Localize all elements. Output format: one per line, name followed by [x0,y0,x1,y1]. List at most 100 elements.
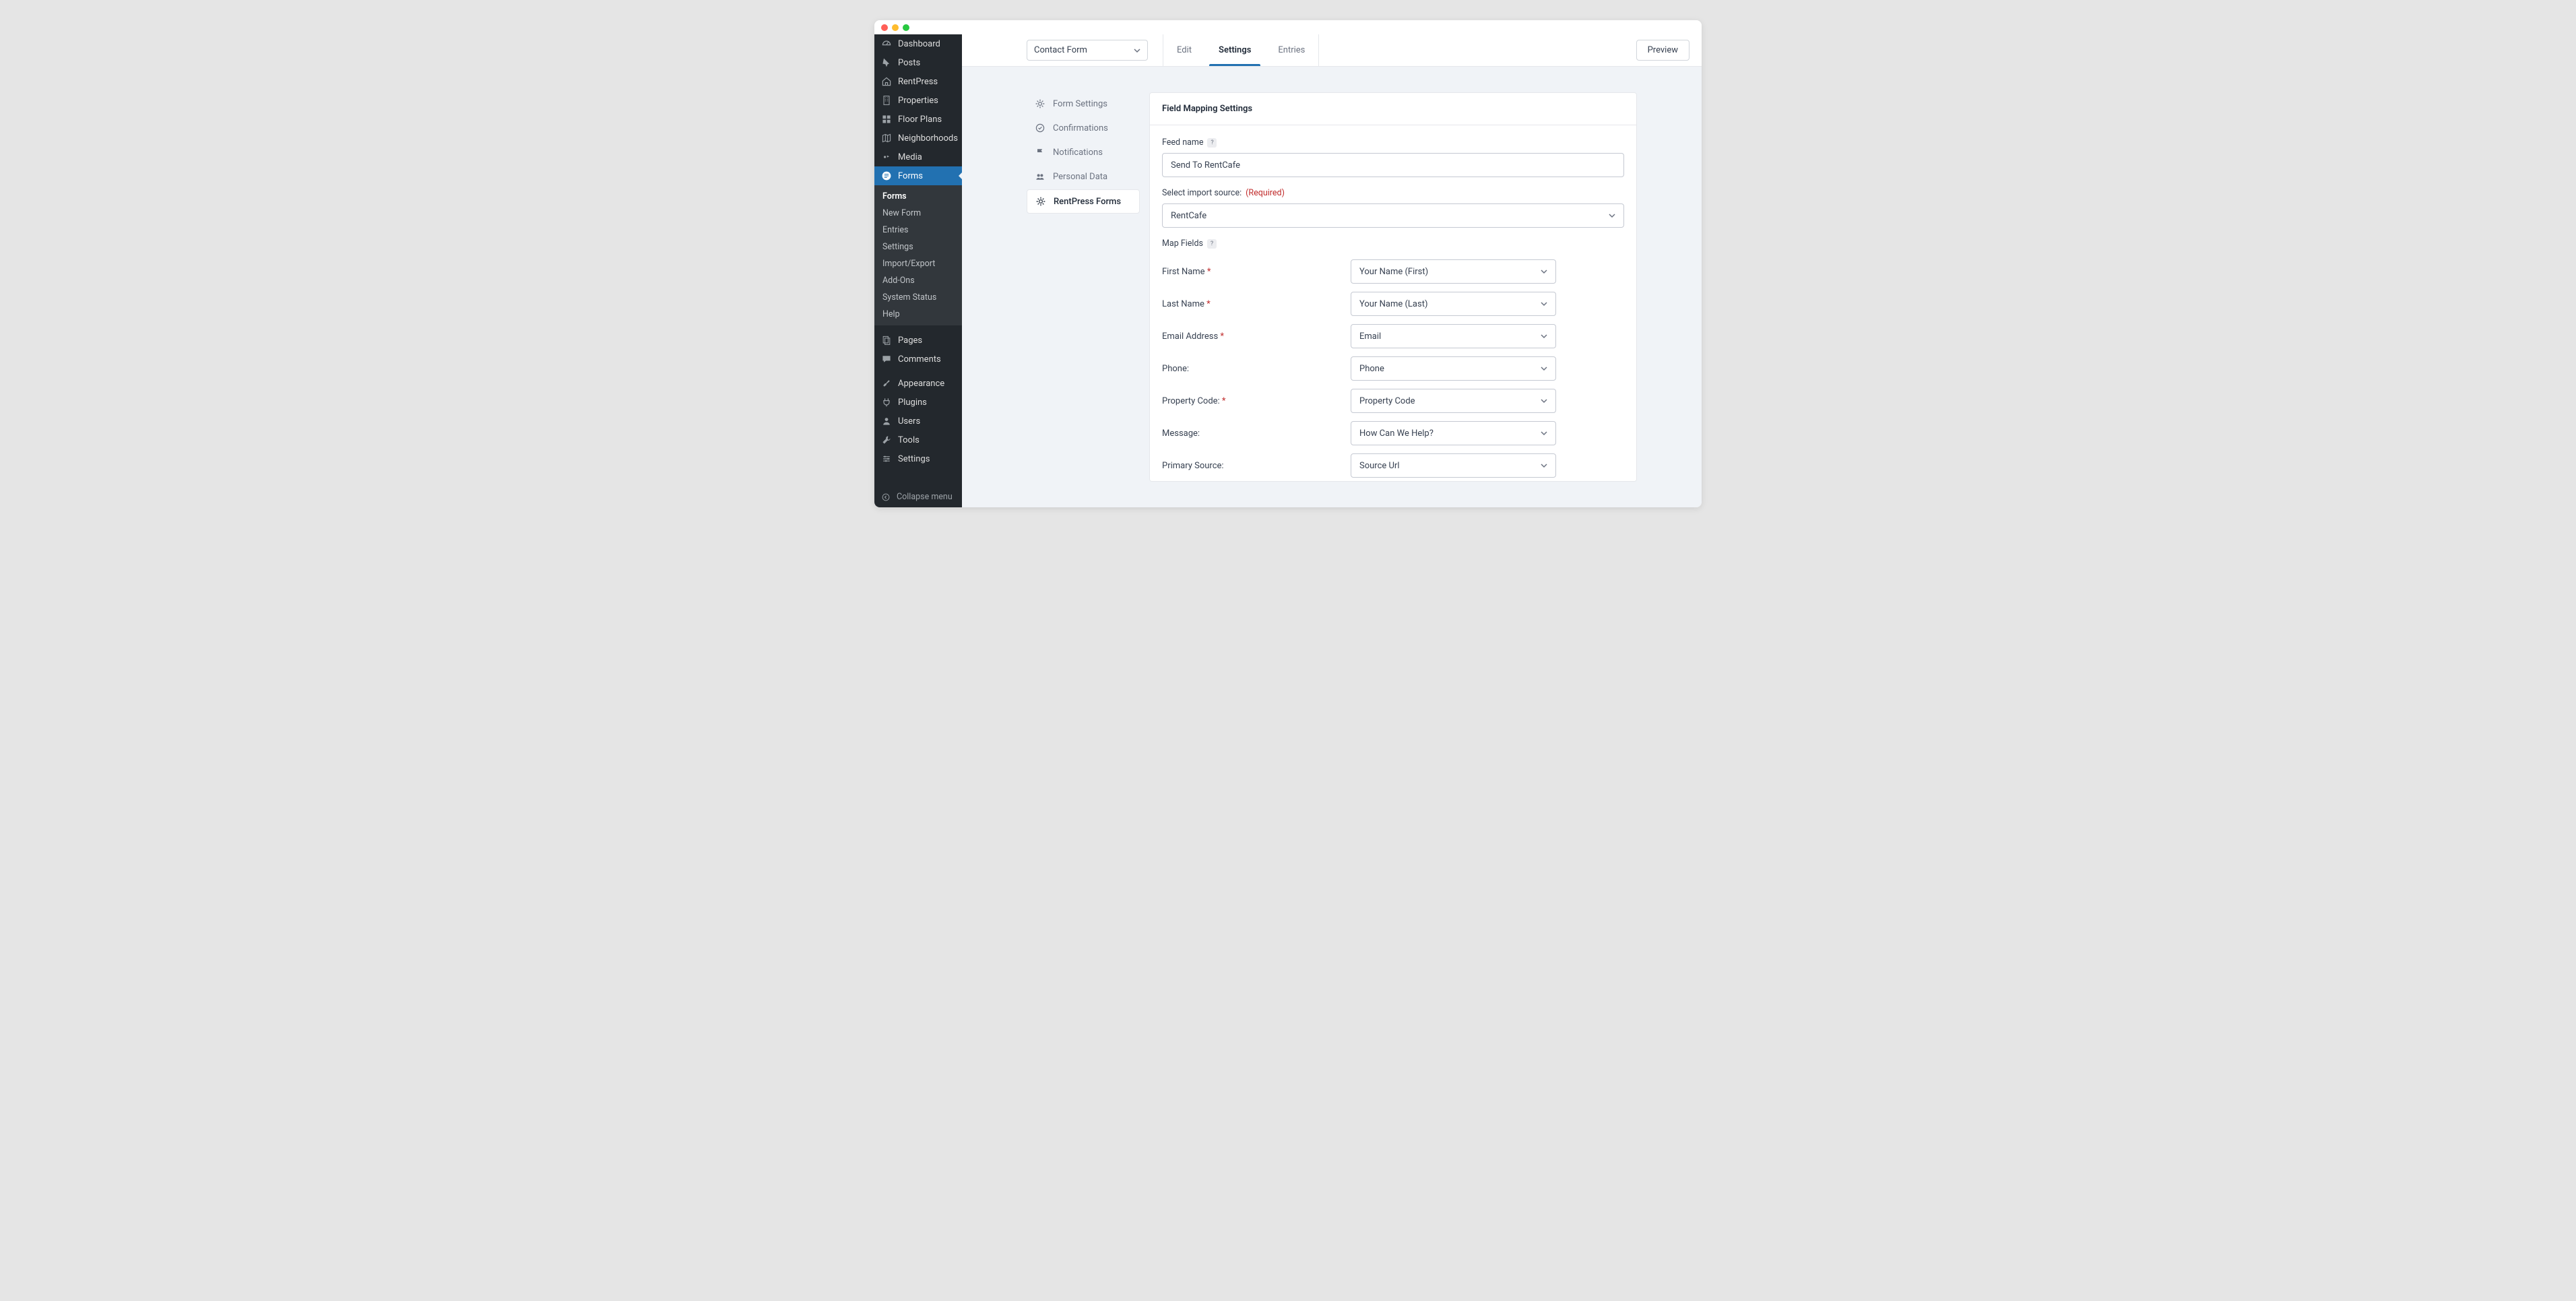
chevron-down-icon [1541,398,1547,404]
collapse-menu[interactable]: Collapse menu [874,486,962,507]
gear-icon [1035,196,1046,207]
close-window-icon[interactable] [881,24,888,31]
tab-edit[interactable]: Edit [1163,34,1205,66]
maximize-window-icon[interactable] [903,24,909,31]
app-window: Dashboard Posts RentPress Properties Floor P… [874,20,1702,507]
main-area: Contact Form EditSettingsEntries Preview… [962,34,1702,507]
sidebar-item-label: Settings [898,454,930,464]
sidebar-item-label: Dashboard [898,39,940,49]
feed-name-input[interactable] [1162,153,1624,177]
sidebar-sub-item[interactable]: New Form [874,205,962,222]
topbar: Contact Form EditSettingsEntries Preview [962,34,1702,67]
window-titlebar [874,20,1702,34]
settings-nav-personal-data[interactable]: Personal Data [1027,165,1140,188]
sidebar-item-label: Neighborhoods [898,133,958,144]
map-field-label: First Name * [1162,267,1351,277]
sidebar-item-users[interactable]: Users [874,412,962,431]
map-field-label: Last Name * [1162,299,1351,309]
sidebar-item-label: Forms [898,171,923,181]
building-icon [881,95,892,106]
map-field-select[interactable]: Email [1351,324,1556,348]
map-field-row: Message:How Can We Help? [1162,421,1624,445]
sidebar-item-comments[interactable]: Comments [874,350,962,369]
sidebar-item-label: RentPress [898,77,938,87]
sidebar-item-posts[interactable]: Posts [874,53,962,72]
sidebar-item-appearance[interactable]: Appearance [874,374,962,393]
sidebar-sub-item[interactable]: Settings [874,239,962,255]
map-field-select[interactable]: Your Name (First) [1351,259,1556,284]
map-field-select[interactable]: Your Name (Last) [1351,292,1556,316]
sidebar-item-dashboard[interactable]: Dashboard [874,34,962,53]
map-field-select[interactable]: Phone [1351,356,1556,381]
sidebar-submenu: FormsNew FormEntriesSettingsImport/Expor… [874,185,962,325]
sidebar-item-forms[interactable]: Forms [874,166,962,185]
forms-icon [881,170,892,181]
sidebar-sub-item[interactable]: Import/Export [874,255,962,272]
form-selector-label: Contact Form [1034,45,1087,55]
sidebar-item-label: Floor Plans [898,115,942,125]
settings-nav: Form SettingsConfirmationsNotificationsP… [1027,92,1140,482]
settings-panel: Field Mapping Settings Feed name ? Selec… [1149,92,1637,482]
sidebar-item-properties[interactable]: Properties [874,91,962,110]
sidebar-sub-item[interactable]: System Status [874,289,962,306]
settings-nav-confirmations[interactable]: Confirmations [1027,117,1140,139]
map-icon [881,133,892,144]
sidebar-item-plugins[interactable]: Plugins [874,393,962,412]
sliders-icon [881,453,892,464]
brush-icon [881,378,892,389]
tab-settings[interactable]: Settings [1205,34,1264,66]
map-field-row: First Name *Your Name (First) [1162,259,1624,284]
sidebar-item-floor-plans[interactable]: Floor Plans [874,110,962,129]
dashboard-icon [881,38,892,49]
content-area: Form SettingsConfirmationsNotificationsP… [962,67,1702,507]
user-icon [881,416,892,426]
import-source-select[interactable]: RentCafe [1162,203,1624,228]
map-field-select[interactable]: Property Code [1351,389,1556,413]
chevron-down-icon [1541,430,1547,437]
feed-name-label: Feed name ? [1162,137,1624,148]
sidebar-item-rentpress[interactable]: RentPress [874,72,962,91]
sidebar-item-media[interactable]: Media [874,148,962,166]
tab-entries[interactable]: Entries [1264,34,1318,66]
chevron-down-icon [1541,462,1547,469]
chevron-down-icon [1609,212,1615,219]
sidebar-item-pages[interactable]: Pages [874,331,962,350]
sidebar-item-label: Tools [898,435,920,445]
map-field-label: Primary Source: [1162,461,1351,471]
help-icon[interactable]: ? [1207,138,1217,148]
help-icon[interactable]: ? [1207,239,1217,249]
gear-icon [1035,98,1045,109]
map-fields-list: First Name *Your Name (First) Last Name *… [1162,259,1624,482]
sidebar-item-label: Properties [898,96,938,106]
sidebar-item-label: Comments [898,354,941,364]
sidebar-sub-item[interactable]: Help [874,306,962,323]
map-field-select[interactable]: How Can We Help? [1351,421,1556,445]
house-icon [881,76,892,87]
sidebar-item-settings[interactable]: Settings [874,449,962,468]
chevron-down-icon [1541,333,1547,340]
plug-icon [881,397,892,408]
sidebar-item-label: Appearance [898,379,944,389]
sidebar-sub-item[interactable]: Add-Ons [874,272,962,289]
sidebar-item-neighborhoods[interactable]: Neighborhoods [874,129,962,148]
settings-nav-form-settings[interactable]: Form Settings [1027,92,1140,115]
pages-icon [881,335,892,346]
chevron-down-icon [1134,47,1140,54]
sidebar-sub-item[interactable]: Entries [874,222,962,239]
minimize-window-icon[interactable] [892,24,899,31]
sidebar-item-label: Posts [898,58,920,68]
form-selector[interactable]: Contact Form [1027,40,1148,61]
map-field-select[interactable]: Source Url [1351,453,1556,478]
map-field-row: Last Name *Your Name (Last) [1162,292,1624,316]
preview-button[interactable]: Preview [1636,40,1689,61]
sidebar-sub-item[interactable]: Forms [874,188,962,205]
flag-icon [1035,147,1045,158]
map-fields-label: Map Fields ? [1162,239,1624,249]
app-body: Dashboard Posts RentPress Properties Floor P… [874,34,1702,507]
sidebar-item-tools[interactable]: Tools [874,431,962,449]
settings-nav-notifications[interactable]: Notifications [1027,141,1140,164]
sidebar-item-label: Media [898,152,922,162]
settings-nav-rentpress-forms[interactable]: RentPress Forms [1027,189,1140,214]
map-field-row: Primary Source:Source Url [1162,453,1624,478]
map-field-row: Property Code: *Property Code [1162,389,1624,413]
